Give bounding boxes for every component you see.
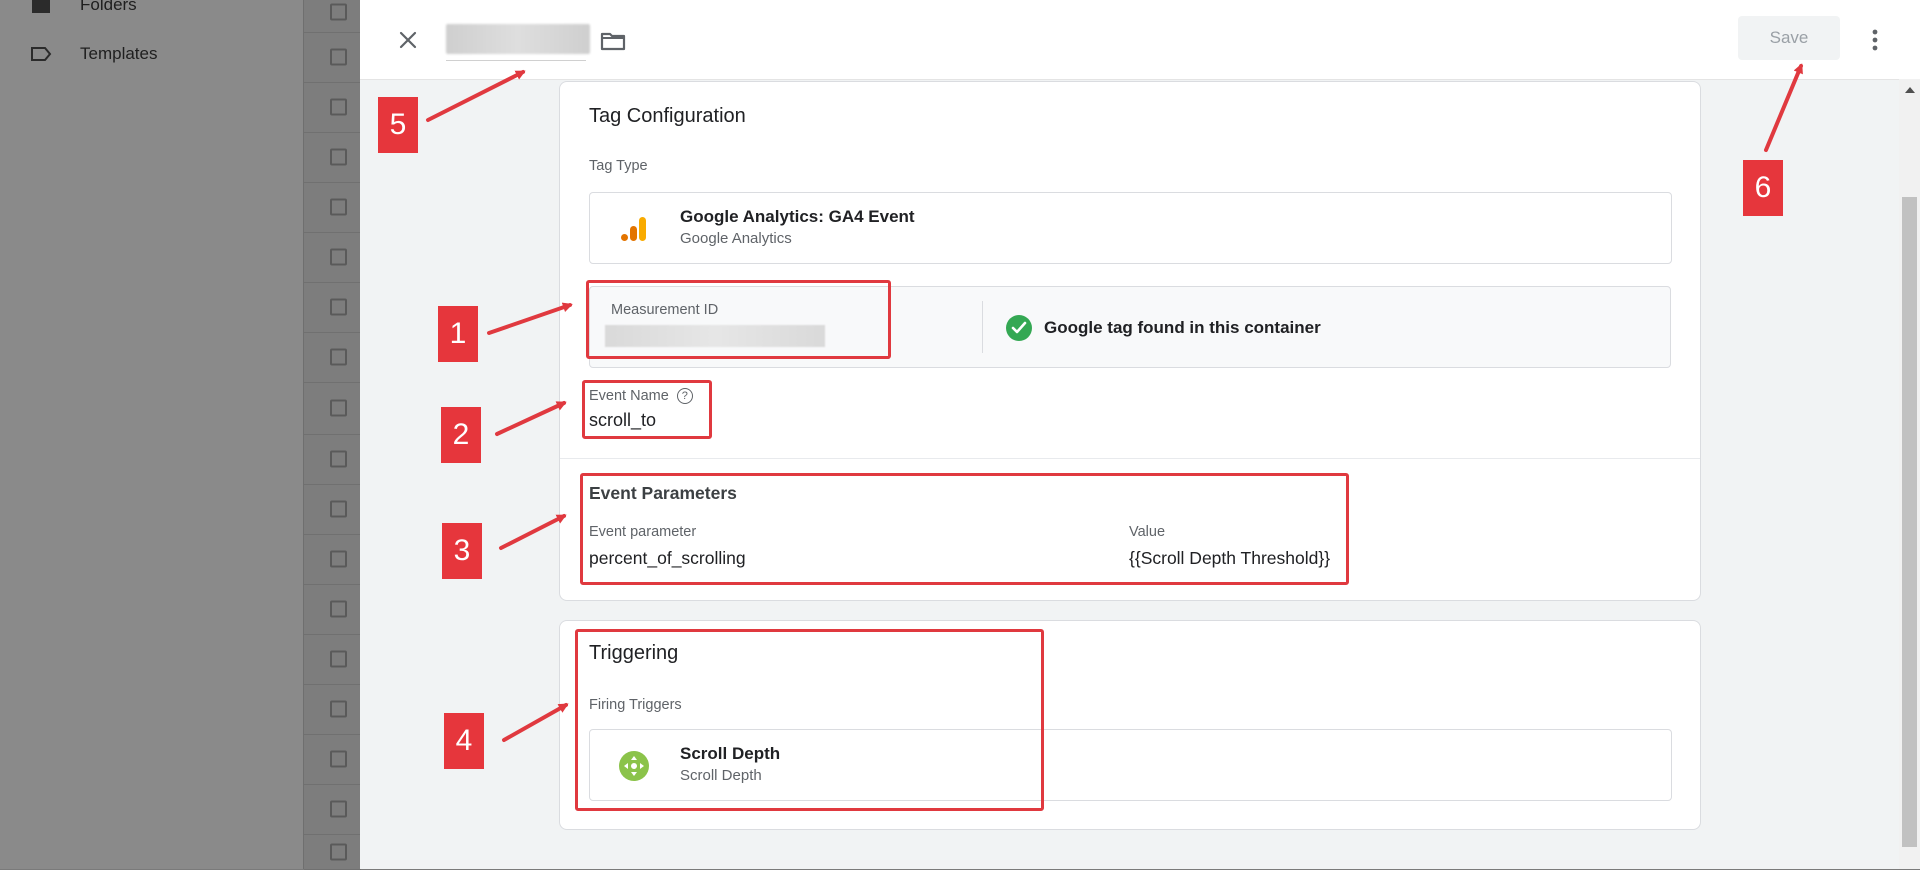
arrow-1 bbox=[487, 302, 573, 335]
arrow-6 bbox=[1764, 63, 1803, 152]
arrow-3 bbox=[499, 514, 567, 550]
arrow-2 bbox=[495, 401, 567, 436]
arrow-5 bbox=[426, 70, 526, 122]
arrow-4 bbox=[502, 703, 569, 742]
annotation-arrows bbox=[426, 63, 1803, 742]
